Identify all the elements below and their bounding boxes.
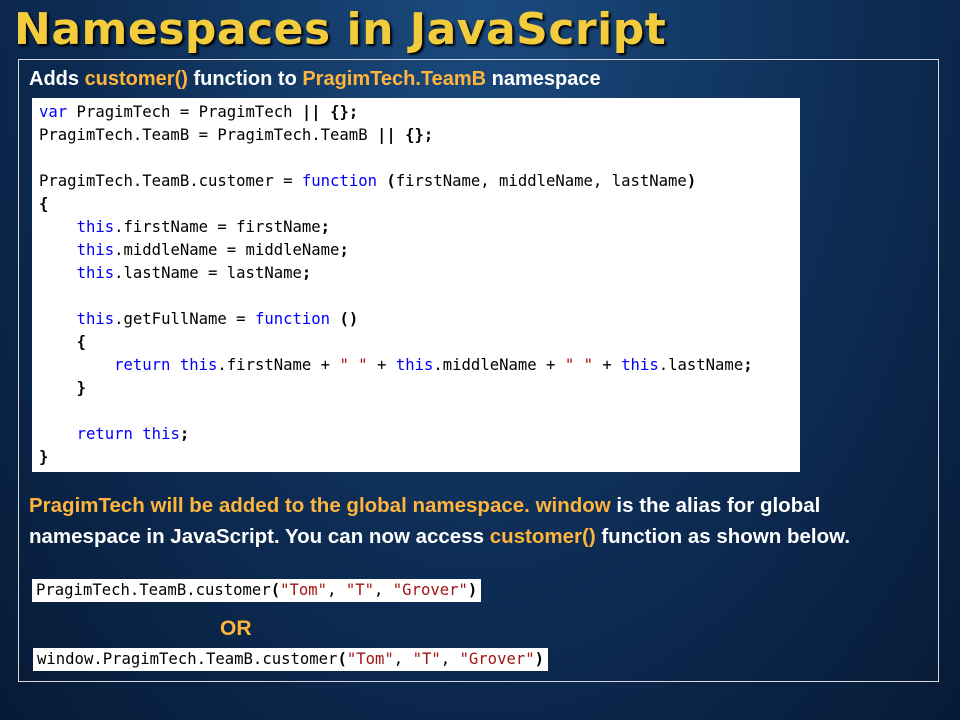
heading-highlight-namespace: PragimTech.TeamB	[302, 68, 487, 90]
code-snippet-customer-call: PragimTech.TeamB.customer("Tom", "T", "G…	[32, 579, 482, 602]
description-paragraph: PragimTech will be added to the global n…	[29, 490, 934, 552]
desc-highlight-window: window	[535, 494, 611, 517]
desc-text: function as shown below.	[595, 525, 851, 548]
code-line-5: {	[39, 195, 49, 213]
code-line-1: var PragimTech = PragimTech || {};	[39, 103, 359, 121]
code-line-7: this.middleName = middleName;	[76, 241, 349, 259]
heading-highlight-customer: customer()	[84, 68, 188, 90]
code-line-8: this.lastName = lastName;	[76, 264, 312, 282]
code-line-12: return this.firstName + " " + this.middl…	[114, 356, 753, 374]
code-block: var PragimTech = PragimTech || {}; Pragi…	[32, 98, 800, 472]
or-label: OR	[220, 617, 252, 640]
code-listing: var PragimTech = PragimTech || {}; Pragi…	[39, 101, 800, 469]
heading-text: namespace	[486, 68, 601, 90]
code-snippet-window-call: window.PragimTech.TeamB.customer("Tom", …	[33, 648, 549, 671]
desc-highlight-pragimtech: PragimTech will be added to the global n…	[29, 494, 530, 517]
section-heading: Adds customer() function to PragimTech.T…	[29, 68, 601, 91]
code-line-11: {	[76, 333, 86, 351]
slide-title: Namespaces in JavaScript	[14, 4, 667, 55]
heading-text: Adds	[29, 68, 85, 90]
code-line-10: this.getFullName = function ()	[76, 310, 359, 328]
code-line-15: return this;	[76, 425, 190, 443]
desc-highlight-customer: customer()	[489, 525, 596, 548]
code-line-2: PragimTech.TeamB = PragimTech.TeamB || {…	[39, 126, 434, 144]
code-line-13: }	[76, 379, 86, 397]
code-line-16: }	[39, 448, 49, 466]
code-line-4: PragimTech.TeamB.customer = function (fi…	[39, 172, 697, 190]
code-line-6: this.firstName = firstName;	[76, 218, 331, 236]
heading-text: function to	[187, 68, 303, 90]
